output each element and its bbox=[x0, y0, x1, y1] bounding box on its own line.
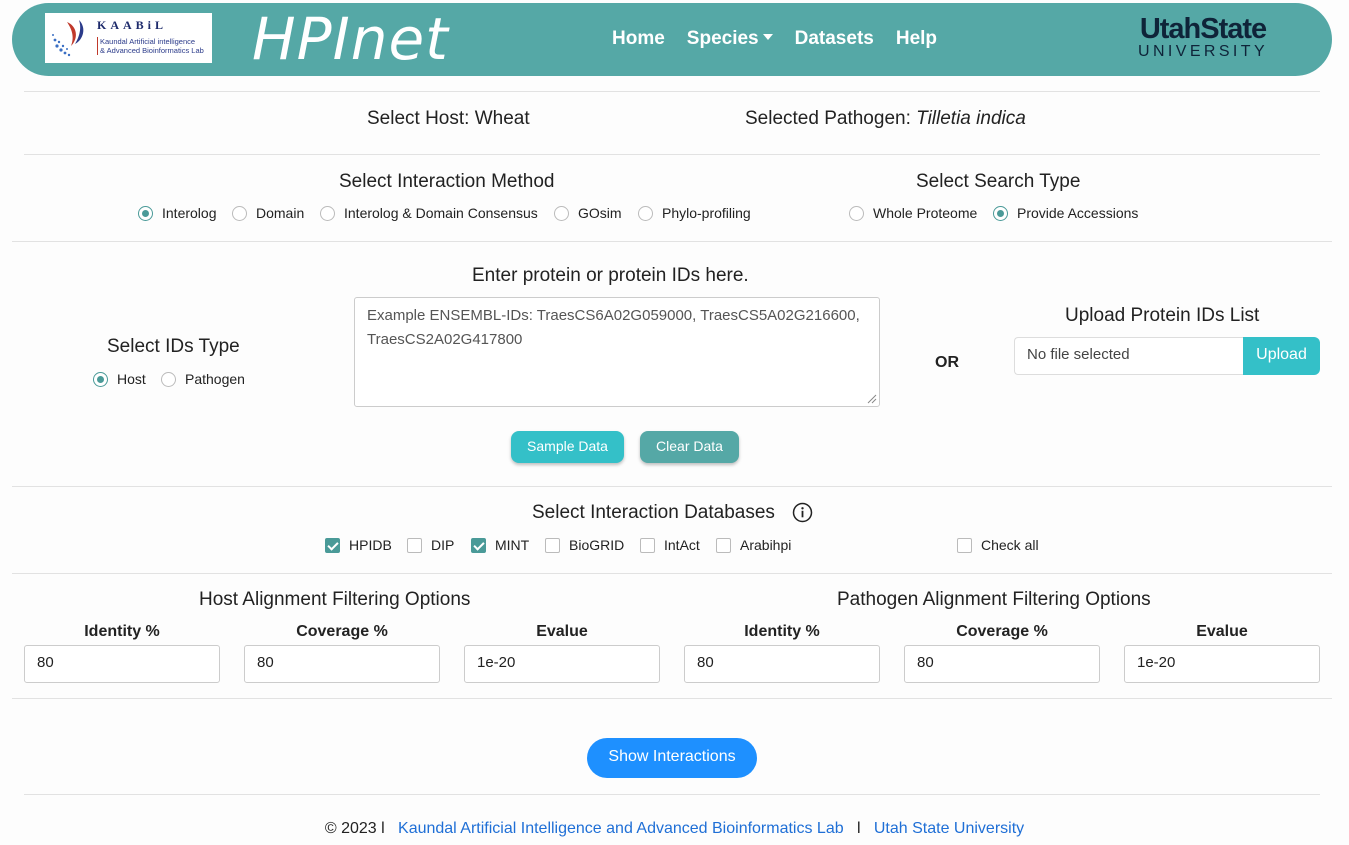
host-coverage-input[interactable]: 80 bbox=[244, 645, 440, 683]
radio-whole-proteome[interactable] bbox=[849, 206, 864, 221]
nav-links: Home Species Datasets Help bbox=[612, 28, 959, 50]
or-label: OR bbox=[935, 354, 959, 371]
protein-ids-textarea[interactable]: Example ENSEMBL-IDs: TraesCS6A02G059000,… bbox=[354, 297, 880, 407]
radio-provide-accessions[interactable] bbox=[993, 206, 1008, 221]
radio-interolog[interactable] bbox=[138, 206, 153, 221]
kaabil-logo[interactable]: KAABiL Kaundal Artificial intelligence &… bbox=[45, 13, 212, 63]
radio-whole-proteome-label: Whole Proteome bbox=[873, 205, 978, 221]
radio-gosim-label: GOsim bbox=[578, 205, 622, 221]
radio-consensus-label: Interolog & Domain Consensus bbox=[344, 205, 538, 221]
checkbox-hpidb-label: HPIDB bbox=[349, 537, 392, 553]
selected-pathogen-name: Tilletia indica bbox=[916, 108, 1026, 129]
host-filter-title: Host Alignment Filtering Options bbox=[199, 589, 471, 610]
footer: © 2023 l Kaundal Artificial Intelligence… bbox=[0, 820, 1349, 838]
kaabil-logo-icon bbox=[52, 20, 84, 57]
divider bbox=[24, 794, 1320, 795]
host-evalue-input[interactable]: 1e-20 bbox=[464, 645, 660, 683]
pathogen-evalue-input[interactable]: 1e-20 bbox=[1124, 645, 1320, 683]
radio-ids-host[interactable] bbox=[93, 372, 108, 387]
footer-separator: l bbox=[856, 820, 861, 837]
divider bbox=[24, 154, 1320, 155]
radio-phylo[interactable] bbox=[638, 206, 653, 221]
checkbox-intact[interactable] bbox=[640, 538, 655, 553]
radio-ids-pathogen-label: Pathogen bbox=[185, 371, 245, 387]
checkbox-arabihpi-label: Arabihpi bbox=[740, 537, 792, 553]
host-identity-label: Identity % bbox=[84, 623, 160, 640]
upload-title: Upload Protein IDs List bbox=[1065, 305, 1260, 326]
footer-university-link[interactable]: Utah State University bbox=[874, 820, 1024, 837]
selected-host: Select Host: Wheat bbox=[367, 108, 530, 129]
pathogen-identity-input[interactable]: 80 bbox=[684, 645, 880, 683]
checkbox-intact-label: IntAct bbox=[664, 537, 700, 553]
checkbox-check-all[interactable] bbox=[957, 538, 972, 553]
nav-species-label: Species bbox=[686, 28, 759, 49]
checkbox-mint[interactable] bbox=[471, 538, 486, 553]
checkbox-dip[interactable] bbox=[407, 538, 422, 553]
radio-gosim[interactable] bbox=[554, 206, 569, 221]
divider bbox=[12, 573, 1332, 574]
usu-logo[interactable]: UtahState UNIVERSITY bbox=[1138, 14, 1268, 60]
divider bbox=[12, 241, 1332, 242]
search-type-title: Select Search Type bbox=[916, 171, 1081, 192]
protein-input-title: Enter protein or protein IDs here. bbox=[472, 265, 749, 286]
pathogen-filter-title: Pathogen Alignment Filtering Options bbox=[837, 589, 1151, 610]
resize-handle-icon[interactable] bbox=[867, 394, 877, 404]
usu-logo-bottom: UNIVERSITY bbox=[1138, 43, 1269, 60]
protein-ids-placeholder: Example ENSEMBL-IDs: TraesCS6A02G059000,… bbox=[367, 307, 860, 348]
caret-down-icon bbox=[762, 34, 773, 40]
info-icon[interactable] bbox=[792, 502, 813, 523]
divider bbox=[24, 91, 1320, 92]
radio-consensus[interactable] bbox=[320, 206, 335, 221]
radio-phylo-label: Phylo-profiling bbox=[662, 205, 751, 221]
logo-title: KAABiL bbox=[97, 18, 168, 32]
pathogen-evalue-label: Evalue bbox=[1196, 623, 1248, 640]
selected-pathogen: Selected Pathogen: Tilletia indica bbox=[745, 108, 1026, 130]
host-coverage-label: Coverage % bbox=[296, 623, 388, 640]
logo-subtitle-line-1: Kaundal Artificial intelligence bbox=[100, 37, 196, 46]
host-evalue-label: Evalue bbox=[536, 623, 588, 640]
sample-data-button[interactable]: Sample Data bbox=[511, 431, 624, 463]
footer-copyright: © 2023 l bbox=[324, 820, 385, 837]
radio-ids-host-label: Host bbox=[117, 371, 146, 387]
logo-subtitle: Kaundal Artificial intelligence & Advanc… bbox=[97, 37, 204, 55]
radio-domain-label: Domain bbox=[256, 205, 305, 221]
pathogen-identity-label: Identity % bbox=[744, 623, 820, 640]
ids-type-title: Select IDs Type bbox=[107, 336, 240, 357]
upload-button[interactable]: Upload bbox=[1243, 337, 1320, 375]
logo-subtitle-line-2: & Advanced Bioinformatics Lab bbox=[100, 46, 204, 55]
checkbox-check-all-label: Check all bbox=[981, 537, 1039, 553]
divider bbox=[12, 486, 1332, 487]
divider bbox=[12, 698, 1332, 699]
radio-ids-pathogen[interactable] bbox=[161, 372, 176, 387]
nav-help[interactable]: Help bbox=[896, 28, 937, 50]
radio-interolog-label: Interolog bbox=[162, 205, 217, 221]
host-identity-input[interactable]: 80 bbox=[24, 645, 220, 683]
interaction-method-title: Select Interaction Method bbox=[339, 171, 555, 192]
checkbox-mint-label: MINT bbox=[495, 537, 530, 553]
file-input[interactable]: No file selected bbox=[1014, 337, 1244, 375]
radio-provide-accessions-label: Provide Accessions bbox=[1017, 205, 1139, 221]
usu-logo-top: UtahState bbox=[1139, 13, 1267, 45]
radio-domain[interactable] bbox=[232, 206, 247, 221]
checkbox-biogrid-label: BioGRID bbox=[569, 537, 625, 553]
selected-pathogen-prefix: Selected Pathogen: bbox=[745, 108, 917, 129]
checkbox-biogrid[interactable] bbox=[545, 538, 560, 553]
footer-lab-link[interactable]: Kaundal Artificial Intelligence and Adva… bbox=[398, 820, 844, 837]
checkbox-arabihpi[interactable] bbox=[716, 538, 731, 553]
checkbox-hpidb[interactable] bbox=[325, 538, 340, 553]
brand-title[interactable]: HPInet bbox=[252, 3, 449, 76]
pathogen-coverage-label: Coverage % bbox=[956, 623, 1048, 640]
nav-datasets[interactable]: Datasets bbox=[795, 28, 874, 50]
nav-home[interactable]: Home bbox=[612, 28, 665, 50]
clear-data-button[interactable]: Clear Data bbox=[640, 431, 739, 463]
show-interactions-button[interactable]: Show Interactions bbox=[587, 738, 757, 778]
nav-species-dropdown[interactable]: Species bbox=[687, 28, 773, 50]
pathogen-coverage-input[interactable]: 80 bbox=[904, 645, 1100, 683]
top-navbar: KAABiL Kaundal Artificial intelligence &… bbox=[12, 3, 1332, 76]
checkbox-dip-label: DIP bbox=[431, 537, 455, 553]
databases-title: Select Interaction Databases bbox=[532, 502, 775, 523]
